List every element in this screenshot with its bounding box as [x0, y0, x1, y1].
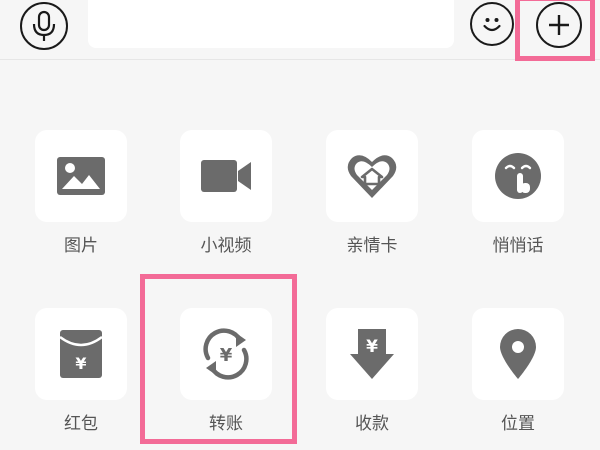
feature-tile-transfer[interactable]: ¥ — [180, 308, 272, 400]
feature-label-red-packet: 红包 — [64, 414, 98, 434]
chat-extension-panel: 图片 小视频 亲情卡 悄悄话 ¥ 红包 ¥ 转账 ¥ 收款 位置 — [0, 0, 600, 450]
feature-tile-receive-money[interactable]: ¥ — [326, 308, 418, 400]
feature-tile-family-card[interactable] — [326, 130, 418, 222]
microphone-icon — [29, 9, 59, 43]
yuan-download-icon: ¥ — [350, 328, 394, 380]
feature-label-short-video: 小视频 — [200, 236, 252, 256]
voice-input-button[interactable] — [20, 2, 68, 50]
emoji-button[interactable] — [470, 2, 514, 46]
feature-label-picture: 图片 — [64, 236, 98, 256]
feature-label-location: 位置 — [501, 414, 535, 434]
feature-tile-picture[interactable] — [35, 130, 127, 222]
plus-icon — [546, 12, 572, 38]
chat-input-bar — [0, 0, 600, 61]
smiley-icon — [477, 9, 507, 39]
feature-tile-location[interactable] — [472, 308, 564, 400]
svg-text:¥: ¥ — [75, 354, 86, 373]
feature-label-family-card: 亲情卡 — [346, 236, 398, 256]
feature-label-transfer: 转账 — [209, 414, 243, 434]
feature-label-whisper: 悄悄话 — [492, 236, 544, 256]
red-packet-icon: ¥ — [59, 329, 103, 379]
more-options-button[interactable] — [536, 2, 582, 48]
feature-label-receive-money: 收款 — [355, 414, 389, 434]
message-text-input[interactable] — [88, 0, 454, 48]
svg-text:¥: ¥ — [220, 345, 233, 366]
image-icon — [56, 156, 106, 196]
feature-tile-red-packet[interactable]: ¥ — [35, 308, 127, 400]
location-pin-icon — [498, 328, 538, 380]
svg-text:¥: ¥ — [366, 337, 378, 357]
feature-tile-whisper[interactable] — [472, 130, 564, 222]
heart-home-icon — [346, 152, 398, 200]
feature-tile-short-video[interactable] — [180, 130, 272, 222]
yuan-transfer-icon: ¥ — [200, 328, 252, 380]
shush-face-icon — [493, 151, 543, 201]
video-camera-icon — [200, 159, 252, 193]
